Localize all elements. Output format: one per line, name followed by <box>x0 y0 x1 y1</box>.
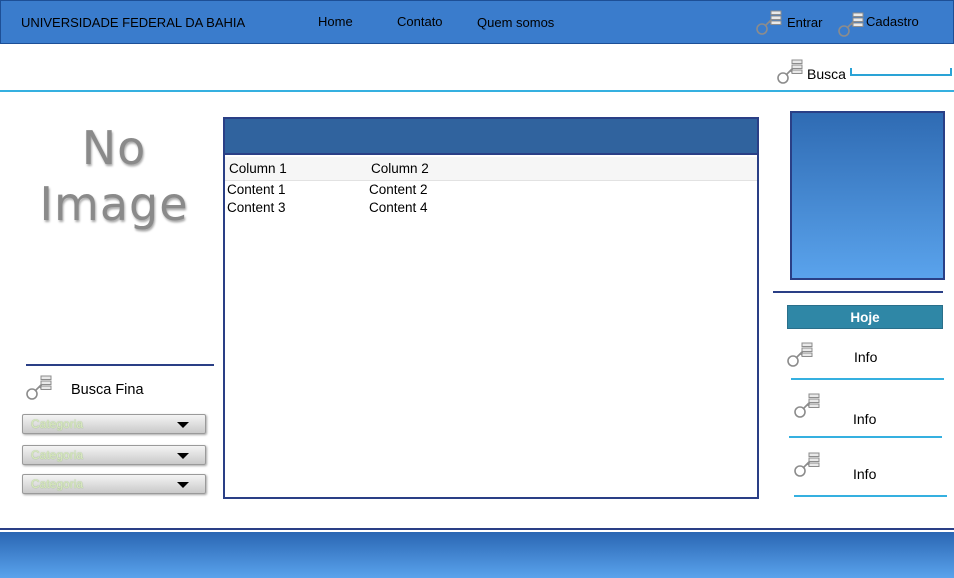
divider <box>26 364 214 366</box>
divider <box>789 436 942 438</box>
site-title: UNIVERSIDADE FEDERAL DA BAHIA <box>21 15 246 30</box>
nav-link-quem-somos[interactable]: Quem somos <box>477 15 554 30</box>
table-cell: Content 3 <box>227 200 286 215</box>
hoje-header: Hoje <box>787 305 943 329</box>
image-placeholder: No Image <box>28 120 200 240</box>
cadastro-link[interactable]: Cadastro <box>866 14 919 29</box>
search-input[interactable] <box>850 68 952 76</box>
divider <box>0 528 954 530</box>
divider <box>773 291 943 293</box>
key-list-icon <box>792 393 820 421</box>
key-list-icon[interactable] <box>836 12 864 40</box>
key-list-icon <box>792 452 820 480</box>
chevron-down-icon <box>177 422 189 428</box>
divider <box>794 495 947 497</box>
data-table-panel: Column 1 Column 2 Content 1 Content 2 Co… <box>223 117 759 499</box>
placeholder-text-line: No <box>81 121 147 175</box>
table-header-row: Column 1 Column 2 <box>225 157 757 181</box>
info-label: Info <box>854 349 878 365</box>
key-list-icon <box>785 342 813 370</box>
key-list-icon <box>24 375 52 403</box>
chevron-down-icon <box>177 453 189 459</box>
key-list-icon[interactable] <box>754 10 782 38</box>
info-label: Info <box>853 466 877 482</box>
banner-box <box>790 111 945 280</box>
column-header[interactable]: Column 2 <box>371 161 429 176</box>
divider <box>0 90 954 92</box>
footer-bar <box>0 532 954 578</box>
nav-link-home[interactable]: Home <box>318 14 353 29</box>
key-list-icon <box>775 59 803 87</box>
search-label: Busca <box>807 66 846 82</box>
busca-fina-label: Busca Fina <box>71 382 144 398</box>
placeholder-text-line: Image <box>39 177 189 231</box>
chevron-down-icon <box>177 482 189 488</box>
info-label: Info <box>853 411 877 427</box>
category-dropdown[interactable]: Categoria <box>22 414 206 434</box>
divider <box>791 378 944 380</box>
table-cell: Content 4 <box>369 200 428 215</box>
category-dropdown[interactable]: Categoria <box>22 474 206 494</box>
dropdown-value: Categoria <box>31 417 84 431</box>
nav-link-contato[interactable]: Contato <box>397 14 443 29</box>
table-title-bar <box>225 119 757 155</box>
dropdown-value: Categoria <box>31 477 84 491</box>
category-dropdown[interactable]: Categoria <box>22 445 206 465</box>
top-navigation-bar: UNIVERSIDADE FEDERAL DA BAHIA Home Conta… <box>0 0 954 44</box>
table-cell: Content 1 <box>227 182 286 197</box>
table-cell: Content 2 <box>369 182 428 197</box>
entrar-link[interactable]: Entrar <box>787 15 822 30</box>
column-header[interactable]: Column 1 <box>229 161 287 176</box>
dropdown-value: Categoria <box>31 448 84 462</box>
